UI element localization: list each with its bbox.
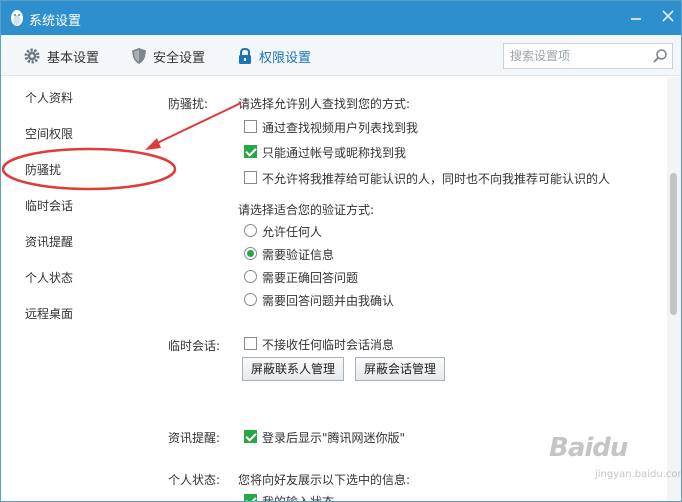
radio-allow-anyone[interactable] [244,224,257,237]
sidebar-item-space-permission[interactable]: 空间权限 [25,125,73,142]
find-method-prompt: 请选择允许别人查找到您的方式: [238,97,411,111]
lock-icon [239,47,251,64]
radio-label: 需要正确回答问题 [262,271,359,285]
tab-basic-settings[interactable]: 基本设置 [23,43,99,69]
sidebar-item-news-reminder[interactable]: 资讯提醒 [25,233,73,250]
search-input[interactable] [510,47,646,65]
checkbox-block-temp-session[interactable] [244,337,257,350]
checkbox-label: 不接收任何临时会话消息 [262,338,395,352]
checkbox-no-recommend[interactable] [244,171,257,184]
section-label-anti-harassment: 防骚扰: [168,97,209,111]
personal-status-prompt: 您将向好友展示以下选中的信息: [238,473,411,487]
penguin-icon [11,10,23,26]
checkbox-find-by-account-only[interactable] [244,145,257,158]
sidebar-item-remote-desktop[interactable]: 远程桌面 [25,305,73,322]
sidebar-item-anti-harassment[interactable]: 防骚扰 [25,161,61,178]
radio-label: 需要回答问题并由我确认 [262,294,395,308]
checkbox-label: 通过查找视频用户列表找到我 [262,121,419,135]
settings-toolbar: 基本设置 安全设置 权限设置 [1,35,681,76]
minimize-button[interactable] [626,9,646,27]
tab-label: 基本设置 [47,50,100,66]
close-button[interactable] [658,9,678,27]
radio-answer-question[interactable] [244,270,257,283]
verify-method-prompt: 请选择适合您的验证方式: [238,203,375,217]
close-icon [662,10,674,22]
settings-window: 系统设置 基本设置 安全设置 权限设置 搜索设置项 个人资料 空间权限 防骚扰 … [0,0,682,502]
checkbox-label: 不允许将我推荐给可能认识的人，同时也不向我推荐可能认识的人 [262,172,611,186]
sidebar-item-temp-session[interactable]: 临时会话 [25,197,73,214]
gear-icon [24,48,40,64]
minimize-icon [631,18,641,20]
checkbox-label: 我的输入状态 [262,495,335,502]
checkbox-input-status[interactable] [244,494,257,501]
radio-label: 允许任何人 [262,225,323,239]
search-box[interactable] [503,43,673,69]
tab-security-settings[interactable]: 安全设置 [131,43,205,69]
section-label-temp-session: 临时会话: [168,339,221,353]
tab-label: 安全设置 [153,50,206,66]
title-bar: 系统设置 [1,1,681,35]
block-contacts-button[interactable]: 屏蔽联系人管理 [242,357,345,381]
radio-require-verification[interactable] [244,247,257,260]
checkbox-label: 登录后显示"腾讯网迷你版" [262,431,406,445]
block-sessions-button[interactable]: 屏蔽会话管理 [355,357,446,381]
search-icon[interactable] [652,48,668,64]
section-label-personal-status: 个人状态: [168,473,221,487]
section-label-news-reminder: 资讯提醒: [168,431,221,445]
sidebar-item-personal-status[interactable]: 个人状态 [25,269,73,286]
settings-sidebar: 个人资料 空间权限 防骚扰 临时会话 资讯提醒 个人状态 远程桌面 [1,77,134,501]
scrollbar-thumb[interactable] [670,173,677,315]
tab-privilege-settings[interactable]: 权限设置 [237,43,311,69]
tab-label: 权限设置 [259,50,312,66]
radio-label: 需要验证信息 [262,248,335,262]
radio-answer-and-confirm[interactable] [244,293,257,306]
checkbox-find-by-video-list[interactable] [244,120,257,133]
watermark-logo: Baidu [549,433,628,463]
checkbox-label: 只能通过帐号或昵称找到我 [262,146,407,160]
window-title: 系统设置 [29,14,82,29]
baidu-watermark: Baidu jingyan.baidu.com [549,433,682,497]
shield-icon [132,48,146,64]
sidebar-item-profile[interactable]: 个人资料 [25,89,73,106]
checkbox-show-mini-news[interactable] [244,430,257,443]
watermark-subtext: jingyan.baidu.com [595,469,682,480]
